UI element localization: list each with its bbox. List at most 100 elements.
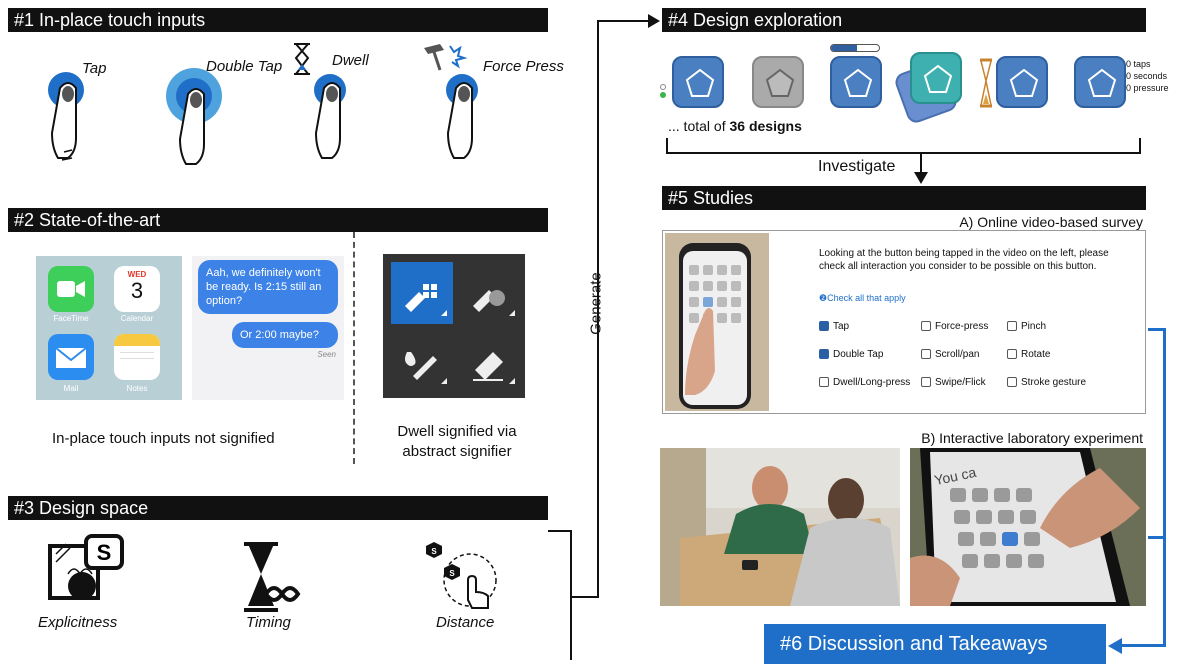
caption-abstract-signifier: Dwell signified via abstract signifier (397, 423, 517, 460)
calendar-label: Calendar (120, 314, 154, 323)
seen-label: Seen (317, 350, 336, 359)
progress-indicator (830, 44, 880, 52)
investigate-arrowhead (914, 172, 928, 184)
pentagon-icon (685, 68, 715, 97)
section-2-title: #2 State-of-the-art (14, 210, 161, 230)
section-3-title: #3 Design space (14, 498, 149, 518)
brush-grid-icon (405, 284, 447, 316)
checkbox-swipe[interactable] (921, 377, 931, 387)
survey-hint: ❷Check all that apply (819, 293, 906, 303)
pentagon-icon (923, 64, 953, 93)
facetime-app (48, 266, 94, 312)
checkbox-force-press[interactable] (921, 321, 931, 331)
survey-video (665, 233, 769, 411)
section-3-header: #3 Design space (8, 496, 548, 520)
section-2-header: #2 State-of-the-art (8, 208, 548, 232)
hourglass-icon (294, 43, 310, 75)
mail-label: Mail (63, 384, 79, 393)
section-1-header: #1 In-place touch inputs (8, 8, 548, 32)
option-pinch: Pinch (1021, 321, 1047, 332)
timing-icon (244, 542, 301, 612)
section-6-box: #6 Discussion and Takeaways (764, 624, 1106, 664)
design-tile-1 (672, 56, 724, 108)
checkbox-scroll-pan[interactable] (921, 349, 931, 359)
message-bubble-1: Aah, we definitely won't be ready. Is 2:… (198, 260, 338, 314)
notes-app (114, 334, 160, 380)
tap-label: Tap (82, 60, 107, 77)
phone-in-video (679, 243, 751, 409)
smudge-brush-icon (473, 290, 515, 316)
design-tile-timed (996, 56, 1048, 108)
checkbox-dwell[interactable] (819, 377, 829, 387)
section-4-header: #4 Design exploration (662, 8, 1146, 32)
section-5-header: #5 Studies (662, 186, 1146, 210)
distance-icon: S S (426, 542, 497, 609)
study-a-title: A) Online video-based survey (959, 214, 1143, 230)
total-designs-count: 36 designs (729, 118, 802, 134)
lab-photo-participants (660, 448, 900, 606)
timing-label: Timing (246, 614, 291, 631)
eraser-icon (473, 352, 515, 384)
hourglass-icon (980, 58, 992, 108)
section-4-title: #4 Design exploration (668, 10, 843, 30)
generate-connector-top (597, 20, 651, 22)
section-3-bracket-top (548, 530, 572, 532)
design-tile-progress (830, 56, 882, 108)
discussion-arrowhead (1108, 638, 1122, 654)
checkbox-stroke[interactable] (1007, 377, 1017, 387)
option-scroll-pan: Scroll/pan (935, 349, 980, 360)
studies-bracket-vertical (1163, 328, 1166, 646)
ios-home-screen: FaceTime WED 3 Calendar Mail Notes (36, 256, 182, 400)
studies-bracket-middle (1148, 536, 1166, 539)
mini-status-icon (660, 84, 668, 102)
video-camera-icon (57, 281, 85, 297)
generate-label: Generate (587, 272, 605, 335)
option-tap: Tap (833, 321, 850, 332)
discussion-connector (1118, 644, 1166, 647)
message-bubble-2: Or 2:00 maybe? (232, 322, 338, 348)
pentagon-icon (1087, 68, 1117, 97)
distance-label: Distance (436, 614, 495, 631)
messages-panel: Aah, we definitely won't be ready. Is 2:… (192, 256, 344, 400)
option-force-press: Force-press (935, 321, 989, 332)
explicitness-label: Explicitness (38, 614, 118, 631)
dashed-divider (353, 232, 355, 464)
generate-arrowhead (648, 14, 660, 28)
section-6-title: #6 Discussion and Takeaways (780, 633, 1048, 655)
progress-fill (831, 45, 858, 51)
calendar-app: WED 3 (114, 266, 160, 312)
survey-question: Looking at the button being tapped in th… (819, 248, 1109, 272)
option-rotate: Rotate (1021, 349, 1051, 360)
svg-text:S: S (431, 547, 437, 556)
total-designs-text: ... total of 36 designs (668, 118, 802, 134)
calendar-date: 3 (130, 278, 144, 303)
counter-readout: 0 taps 0 seconds 0 pressure (1126, 59, 1169, 93)
pentagon-icon (1009, 68, 1039, 97)
option-double-tap: Double Tap (833, 349, 884, 360)
option-stroke: Stroke gesture (1021, 377, 1087, 388)
brush-tool-selected (391, 262, 453, 324)
paint-drop-icon (405, 352, 447, 384)
pentagon-icon (765, 68, 795, 97)
double-tap-label: Double Tap (206, 58, 283, 75)
force-press-label: Force Press (483, 58, 564, 75)
svg-text:S: S (97, 540, 112, 565)
section-1-title: #1 In-place touch inputs (14, 10, 206, 30)
checkbox-pinch[interactable] (1007, 321, 1017, 331)
checkbox-double-tap[interactable] (819, 349, 829, 359)
checkbox-tap[interactable] (819, 321, 829, 331)
design-tile-counter (1074, 56, 1126, 108)
option-swipe: Swipe/Flick (935, 377, 986, 388)
mail-app (48, 334, 94, 380)
option-dwell: Dwell/Long-press (833, 377, 911, 388)
checkbox-rotate[interactable] (1007, 349, 1017, 359)
svg-text:S: S (449, 569, 455, 578)
design-tile-stacked-front (910, 52, 962, 104)
tool-palette (383, 254, 525, 398)
caption-not-signified: In-place touch inputs not signified (52, 430, 275, 447)
study-b-title: B) Interactive laboratory experiment (921, 430, 1143, 446)
section-4-bracket-bottom (666, 152, 1141, 154)
phone-screen (683, 251, 747, 405)
generate-connector-horizontal (572, 596, 598, 598)
section-4-bracket-right (1139, 138, 1141, 154)
